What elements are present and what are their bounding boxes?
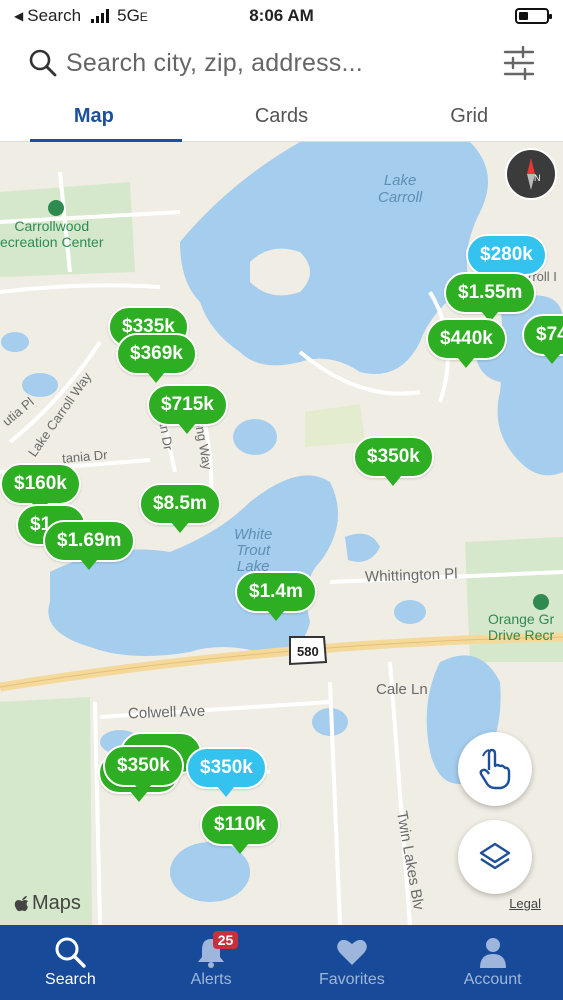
price-pin[interactable]: $110k: [200, 804, 280, 854]
tab-cards[interactable]: Cards: [188, 94, 376, 141]
price-pin[interactable]: $74: [522, 314, 563, 364]
park-icon-2: [533, 594, 549, 610]
price-pin[interactable]: $369k: [116, 333, 197, 383]
maps-label: Maps: [32, 892, 81, 914]
nav-search-label: Search: [45, 971, 96, 988]
tab-grid[interactable]: Grid: [375, 94, 563, 141]
price-pin[interactable]: $715k: [147, 384, 228, 434]
status-time: 8:06 AM: [249, 6, 314, 25]
price-pin[interactable]: $280k: [466, 234, 547, 284]
map-layers-button[interactable]: [458, 820, 532, 894]
price-pin[interactable]: $1.55m: [444, 272, 537, 322]
label-whittington-pl: Whittington Pl: [364, 565, 458, 586]
status-bar: ◀ Search 5GE 8:06 AM: [0, 0, 563, 32]
price-pin[interactable]: $440k: [426, 318, 507, 368]
compass-icon: N: [527, 158, 541, 190]
layers-icon: [479, 842, 511, 870]
nav-favorites[interactable]: Favorites: [282, 925, 423, 1000]
apple-maps-attribution: Maps: [14, 892, 81, 915]
price-pin[interactable]: $8.5m: [139, 483, 221, 533]
nav-favorites-label: Favorites: [318, 971, 385, 988]
price-pin[interactable]: $350k: [103, 745, 184, 795]
battery-icon: [515, 8, 552, 24]
alerts-badge: 25: [212, 931, 239, 949]
hand-pointer-icon: [479, 748, 511, 790]
search-icon: [29, 49, 57, 77]
nav-account-label: Account: [463, 971, 522, 988]
nav-search[interactable]: Search: [0, 925, 141, 1000]
search-input[interactable]: Search city, zip, address...: [66, 49, 363, 78]
label-colwell-ave: Colwell Ave: [127, 702, 206, 723]
label-route-580: 580: [297, 644, 319, 659]
label-carrollwood-rec: Carrollwood ecreation Center: [0, 218, 104, 250]
label-white-trout-lake: White Trout Lake: [234, 526, 273, 575]
price-pin[interactable]: $350k: [353, 436, 434, 486]
svg-text:N: N: [534, 173, 541, 183]
bottom-nav: Search 25 Alerts Favorites Account: [0, 925, 563, 1000]
view-tabs: Map Cards Grid: [0, 94, 563, 142]
label-lake-carroll: Lake Carroll: [378, 172, 423, 206]
filter-sliders-icon[interactable]: [503, 46, 535, 80]
nav-alerts[interactable]: 25 Alerts: [141, 925, 282, 1000]
draw-search-button[interactable]: [458, 732, 532, 806]
search-bar[interactable]: Search city, zip, address...: [0, 32, 563, 94]
price-pin[interactable]: $1.4m: [235, 571, 317, 621]
compass-button[interactable]: N: [505, 148, 557, 200]
park-icon: [48, 200, 64, 216]
tab-map[interactable]: Map: [0, 94, 188, 142]
label-orange-grove: Orange Gr Drive Recr: [488, 611, 555, 643]
apple-logo-icon: [14, 895, 28, 911]
heart-icon: [337, 939, 367, 965]
price-pin[interactable]: $160k: [0, 463, 81, 513]
person-icon: [479, 938, 506, 968]
label-cale-ln: Cale Ln: [376, 681, 428, 698]
search-icon: [55, 937, 87, 968]
price-pin[interactable]: $350k: [186, 747, 267, 797]
price-pin[interactable]: $1.69m: [43, 520, 136, 570]
map-view[interactable]: Lake Carroll Carrollwood ecreation Cente…: [0, 142, 563, 925]
legal-link[interactable]: Legal: [509, 896, 541, 911]
nav-alerts-label: Alerts: [190, 971, 232, 988]
nav-account[interactable]: Account: [422, 925, 563, 1000]
